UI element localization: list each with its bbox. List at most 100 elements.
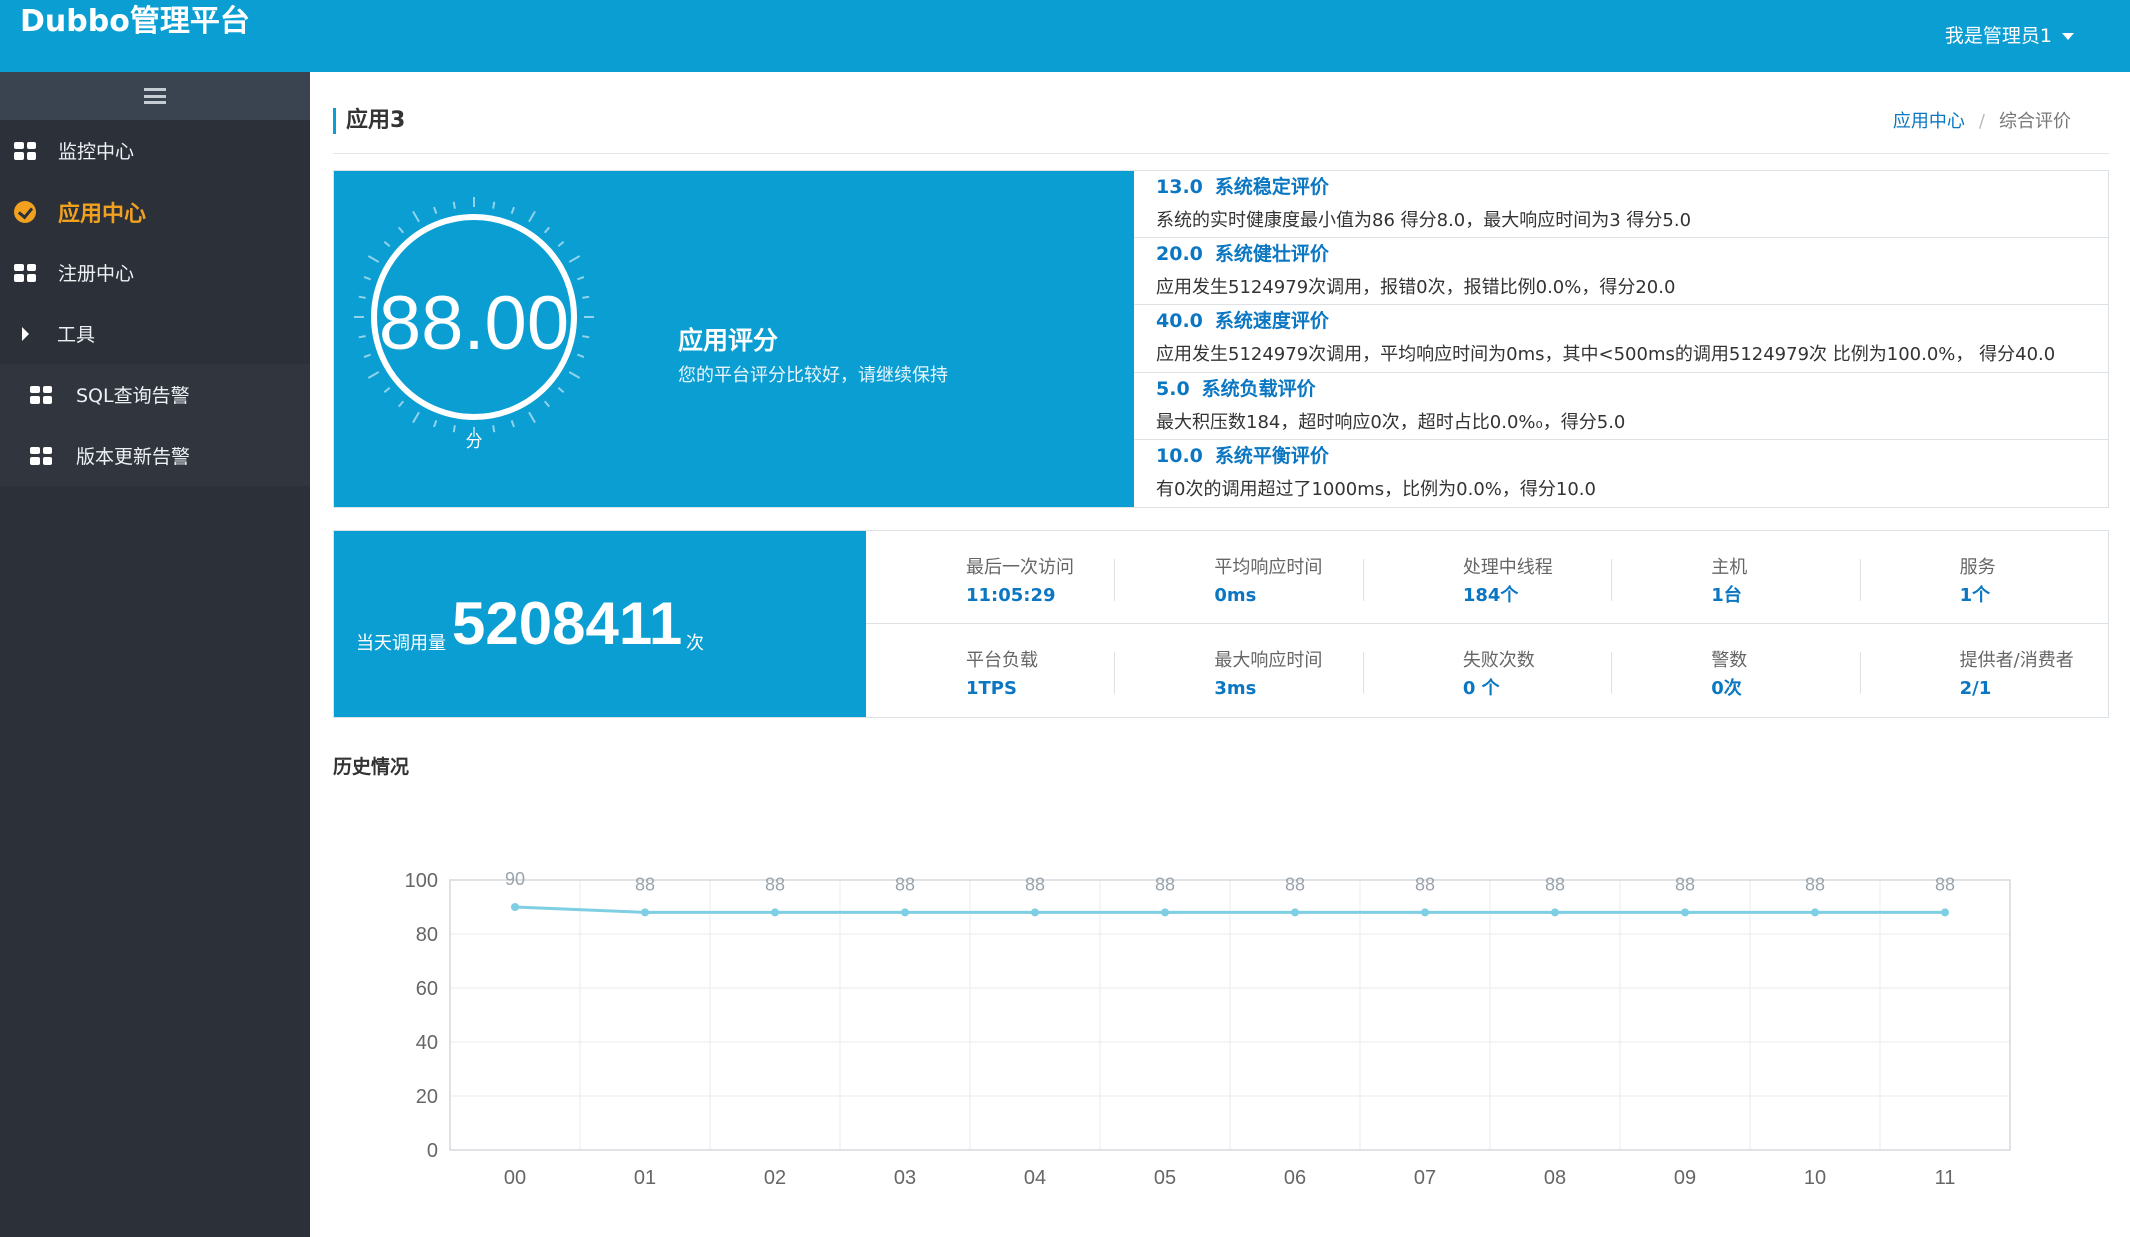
evaluation-item: 20.0 系统健壮评价 应用发生5124979次调用，报错0次，报错比例0.0%，…: [1134, 238, 2108, 306]
x-tick-label: 06: [1284, 1167, 1306, 1189]
x-tick-label: 09: [1674, 1167, 1696, 1189]
stat-alerts: 警数 0次: [1611, 624, 1859, 717]
user-name: 我是管理员1: [1944, 25, 2052, 47]
sidebar-item-label: 版本更新告警: [76, 446, 191, 468]
history-line-chart: 0 20 40 60 80 100 00 01 02 03 04 05 06 07 08 09 10 11 90 88…: [405, 869, 2011, 1189]
caret-down-icon: [2062, 33, 2074, 40]
evaluation-desc: 应用发生5124979次调用，平均响应时间为0ms，其中<500ms的调用512…: [1156, 344, 2056, 366]
gauge-tick: [568, 255, 581, 263]
evaluation-desc: 系统的实时健康度最小值为86 得分8.0，最大响应时间为3 得分5.0: [1156, 210, 1692, 231]
gauge-tick: [510, 420, 515, 428]
evaluation-desc: 有0次的调用超过了1000ms，比例为0.0%，得分10.0: [1156, 478, 1596, 500]
brand-logo[interactable]: Dubbo管理平台: [20, 2, 250, 42]
breadcrumb-link[interactable]: 应用中心: [1893, 111, 1965, 132]
sidebar-item-tools[interactable]: 工具: [0, 303, 310, 364]
data-label: 88: [1025, 874, 1045, 894]
sidebar-item-label: 应用中心: [58, 201, 147, 227]
history-title: 历史情况: [333, 756, 410, 778]
hamburger-icon: [144, 88, 166, 104]
score-gauge: 88.00 分: [352, 195, 596, 467]
stat-label: 主机: [1711, 557, 1748, 578]
evaluation-title: 系统速度评价: [1214, 310, 1329, 333]
today-calls: 当天调用量 5208411 次: [334, 531, 866, 717]
sidebar-toggle[interactable]: [0, 72, 310, 120]
stats-row: 平台负载 1TPS 最大响应时间 3ms 失败次数 0 个 警数 0次 提供者/消费者 2…: [866, 624, 2108, 717]
gauge-tick: [557, 386, 565, 393]
data-point: [901, 908, 909, 917]
page-header: 应用3 应用中心 / 综合评价: [333, 100, 2109, 154]
stat-value: 11:05:29: [966, 585, 1056, 606]
stat-value: 3ms: [1214, 678, 1257, 699]
gauge-tick: [543, 400, 550, 408]
stats-row: 最后一次访问 11:05:29 平均响应时间 0ms 处理中线程 184个 主机 1台 …: [866, 531, 2108, 624]
evaluation-item: 10.0 系统平衡评价 有0次的调用超过了1000ms，比例为0.0%，得分10.…: [1134, 440, 2108, 507]
stats-grid: 最后一次访问 11:05:29 平均响应时间 0ms 处理中线程 184个 主机 1台 …: [866, 531, 2108, 717]
sidebar-item-label: 工具: [57, 324, 96, 346]
stat-hosts: 主机 1台: [1611, 531, 1859, 623]
sidebar-item-monitor[interactable]: 监控中心: [0, 120, 310, 181]
gauge-tick: [433, 420, 438, 428]
gauge-tick: [557, 241, 565, 248]
evaluation-desc: 最大积压数184，超时响应0次，超时占比0.0%₀，得分5.0: [1156, 411, 1626, 433]
sidebar-item-sql-alert[interactable]: SQL查询告警: [0, 364, 310, 425]
stat-services: 服务 1个: [1859, 531, 2108, 623]
y-tick-label: 0: [427, 1140, 438, 1162]
sidebar-item-version-alert[interactable]: 版本更新告警: [0, 425, 310, 486]
data-point: [1811, 908, 1819, 917]
evaluation-item: 40.0 系统速度评价 应用发生5124979次调用，平均响应时间为0ms，其中<…: [1134, 305, 2108, 373]
history-chart: 0 20 40 60 80 100 00 01 02 03 04 05 06 07 08 09 10 11 90 88…: [380, 850, 2020, 1190]
gauge-tick: [367, 255, 380, 263]
stat-label: 提供者/消费者: [1959, 650, 2074, 671]
stat-value: 2/1: [1959, 678, 1992, 699]
user-menu[interactable]: 我是管理员1: [1945, 22, 2074, 50]
data-point: [1941, 908, 1949, 917]
sidebar-item-label: SQL查询告警: [76, 385, 190, 407]
data-point: [1291, 908, 1299, 917]
data-point: [641, 908, 649, 917]
gauge-tick: [367, 371, 380, 379]
sidebar: 监控中心 应用中心 注册中心 工具 SQL查询告警 版本更新告警: [0, 72, 310, 1237]
sidebar-item-label: 注册中心: [58, 263, 135, 285]
breadcrumb: 应用中心 / 综合评价: [1893, 110, 2071, 134]
gauge-tick: [412, 210, 420, 223]
gauge-tick: [363, 276, 371, 281]
gauge-tick: [398, 226, 405, 234]
x-tick-label: 01: [634, 1167, 656, 1189]
data-label: 88: [1805, 874, 1825, 894]
stat-value: 0次: [1711, 678, 1742, 699]
data-point: [511, 903, 519, 911]
data-point: [1551, 908, 1559, 917]
evaluation-item: 13.0 系统稳定评价 系统的实时健康度最小值为86 得分8.0，最大响应时间为3…: [1134, 171, 2108, 239]
x-tick-label: 10: [1804, 1167, 1826, 1189]
stat-load: 平台负载 1TPS: [866, 624, 1114, 717]
evaluation-title: 系统负载评价: [1201, 377, 1316, 400]
stat-label: 最后一次访问: [966, 557, 1074, 578]
stat-max-response: 最大响应时间 3ms: [1114, 624, 1362, 717]
data-label: 88: [765, 874, 785, 894]
stat-label: 最大响应时间: [1214, 650, 1323, 671]
score-subtitle: 您的平台评分比较好，请继续保持: [678, 365, 948, 386]
gauge-tick: [528, 411, 536, 424]
sidebar-item-app-center[interactable]: 应用中心: [0, 181, 310, 242]
stat-label: 警数: [1711, 650, 1748, 671]
evaluation-score: 40.0: [1156, 310, 1203, 333]
stat-value: 1个: [1959, 585, 1991, 606]
grid-icon: [30, 446, 52, 465]
breadcrumb-current: 综合评价: [1999, 111, 2071, 132]
evaluation-desc: 应用发生5124979次调用，报错0次，报错比例0.0%，得分20.0: [1156, 277, 1676, 299]
stat-label: 平均响应时间: [1214, 557, 1323, 578]
stats-panel: 当天调用量 5208411 次 最后一次访问 11:05:29 平均响应时间 0ms…: [333, 530, 2109, 718]
y-tick-label: 60: [416, 978, 438, 1000]
check-circle-icon: [14, 200, 36, 223]
score-title: 应用评分: [678, 326, 779, 355]
data-point: [1161, 908, 1169, 917]
page-title: 应用3: [333, 108, 405, 134]
sidebar-item-registry[interactable]: 注册中心: [0, 242, 310, 303]
gauge-tick: [492, 201, 496, 209]
today-calls-unit: 次: [686, 633, 704, 654]
grid-icon: [14, 141, 36, 160]
data-label: 88: [1545, 874, 1565, 894]
stat-avg-response: 平均响应时间 0ms: [1114, 531, 1362, 623]
data-label: 88: [1155, 874, 1175, 894]
evaluation-score: 20.0: [1156, 243, 1203, 266]
